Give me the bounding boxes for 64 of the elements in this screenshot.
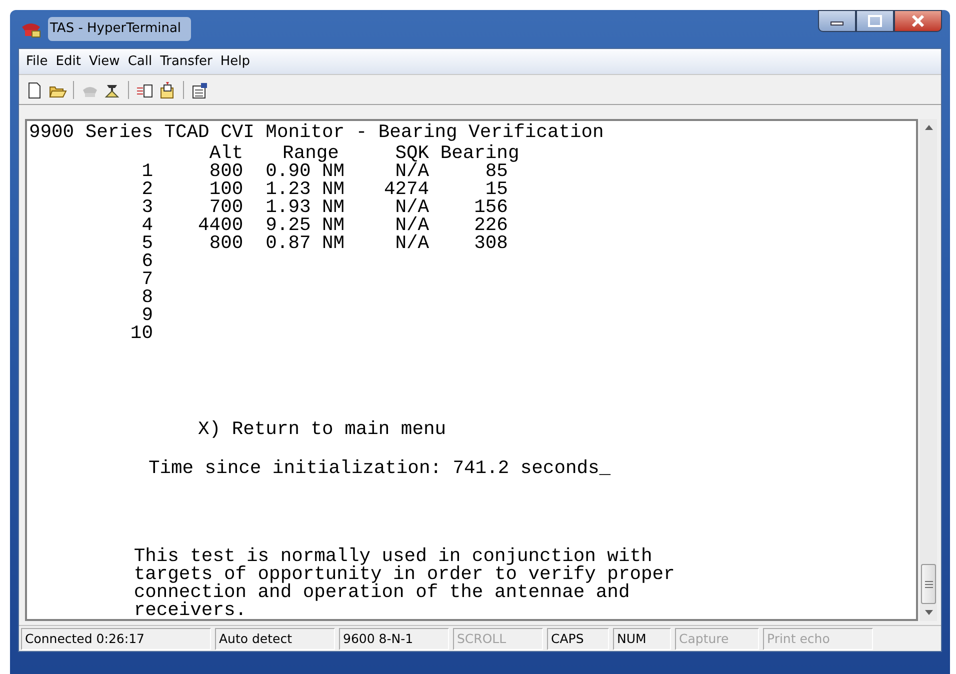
row-number: 5 (142, 234, 153, 252)
menu-item[interactable]: Help (216, 52, 254, 72)
description-text: This test is normally used in conjunction with targets of opportunity in order to verify proper connection and operation of the antennae and receivers. (134, 547, 675, 619)
close-button[interactable] (894, 10, 942, 32)
maximize-button[interactable] (856, 10, 894, 32)
status-field: Auto detect (215, 628, 335, 650)
status-field: NUM (613, 628, 671, 650)
table-cell: 800 (209, 162, 244, 180)
row-number: 7 (142, 270, 153, 288)
table-cell: 308 (474, 234, 508, 252)
status-field: Capture (675, 628, 759, 650)
table-cell: N/A (395, 216, 430, 234)
close-icon (910, 14, 926, 28)
table-cell: 1.23 NM (266, 180, 345, 198)
table-cell: 0.90 NM (266, 162, 345, 180)
table-cell: 4400 (198, 216, 244, 234)
menu-option[interactable]: X) Return to main menu (198, 420, 446, 438)
table-cell: 85 (485, 162, 508, 180)
minimize-button[interactable] (818, 10, 856, 32)
window-title: TAS - HyperTerminal (48, 17, 192, 41)
table-cell: 226 (474, 216, 508, 234)
table-cell: 700 (209, 198, 244, 216)
table-cell: 800 (209, 234, 244, 252)
status-field: Print echo (763, 628, 873, 650)
table-cell: 100 (209, 180, 244, 198)
status-field: Connected 0:26:17 (21, 628, 211, 650)
scroll-down-icon[interactable] (924, 610, 932, 615)
menu-item[interactable]: Transfer (156, 52, 216, 72)
column-header: Bearing (440, 144, 520, 162)
column-header: SQK (395, 144, 430, 162)
table-cell: 15 (485, 180, 508, 198)
row-number: 3 (142, 198, 153, 216)
menu-item[interactable]: View (84, 52, 124, 72)
terminal-heading: 9900 Series TCAD CVI Monitor - Bearing Verification (29, 123, 604, 141)
table-cell: N/A (395, 234, 430, 252)
status-field: CAPS (547, 628, 609, 650)
table-cell: 156 (474, 198, 508, 216)
table-cell: N/A (395, 162, 430, 180)
scroll-up-icon[interactable] (924, 125, 932, 130)
status-field: 9600 8-N-1 (339, 628, 449, 650)
table-cell: 4274 (384, 180, 430, 198)
status-field: SCROLL (453, 628, 543, 650)
table-cell: 9.25 NM (266, 216, 345, 234)
row-number: 8 (142, 288, 153, 306)
maximize-icon (868, 15, 882, 27)
status-line: Time since initialization: 741.2 seconds_ (148, 459, 611, 477)
column-header: Range (282, 144, 339, 162)
menu-item[interactable]: File (22, 52, 52, 72)
table-cell: 0.87 NM (266, 234, 345, 252)
grip-icon (924, 580, 932, 588)
scrollbar[interactable] (920, 119, 937, 621)
scroll-thumb[interactable] (921, 564, 936, 604)
menu-item[interactable]: Edit (52, 52, 85, 72)
column-header: Alt (209, 144, 244, 162)
row-number: 10 (130, 324, 153, 342)
table-cell: N/A (395, 198, 430, 216)
row-number: 6 (142, 252, 153, 270)
row-number: 2 (142, 180, 153, 198)
properties-icon[interactable] (190, 80, 209, 98)
table-cell: 1.93 NM (266, 198, 345, 216)
row-number: 9 (142, 306, 153, 324)
menu-item[interactable]: Call (124, 52, 156, 72)
row-number: 1 (142, 162, 153, 180)
row-number: 4 (142, 216, 153, 234)
